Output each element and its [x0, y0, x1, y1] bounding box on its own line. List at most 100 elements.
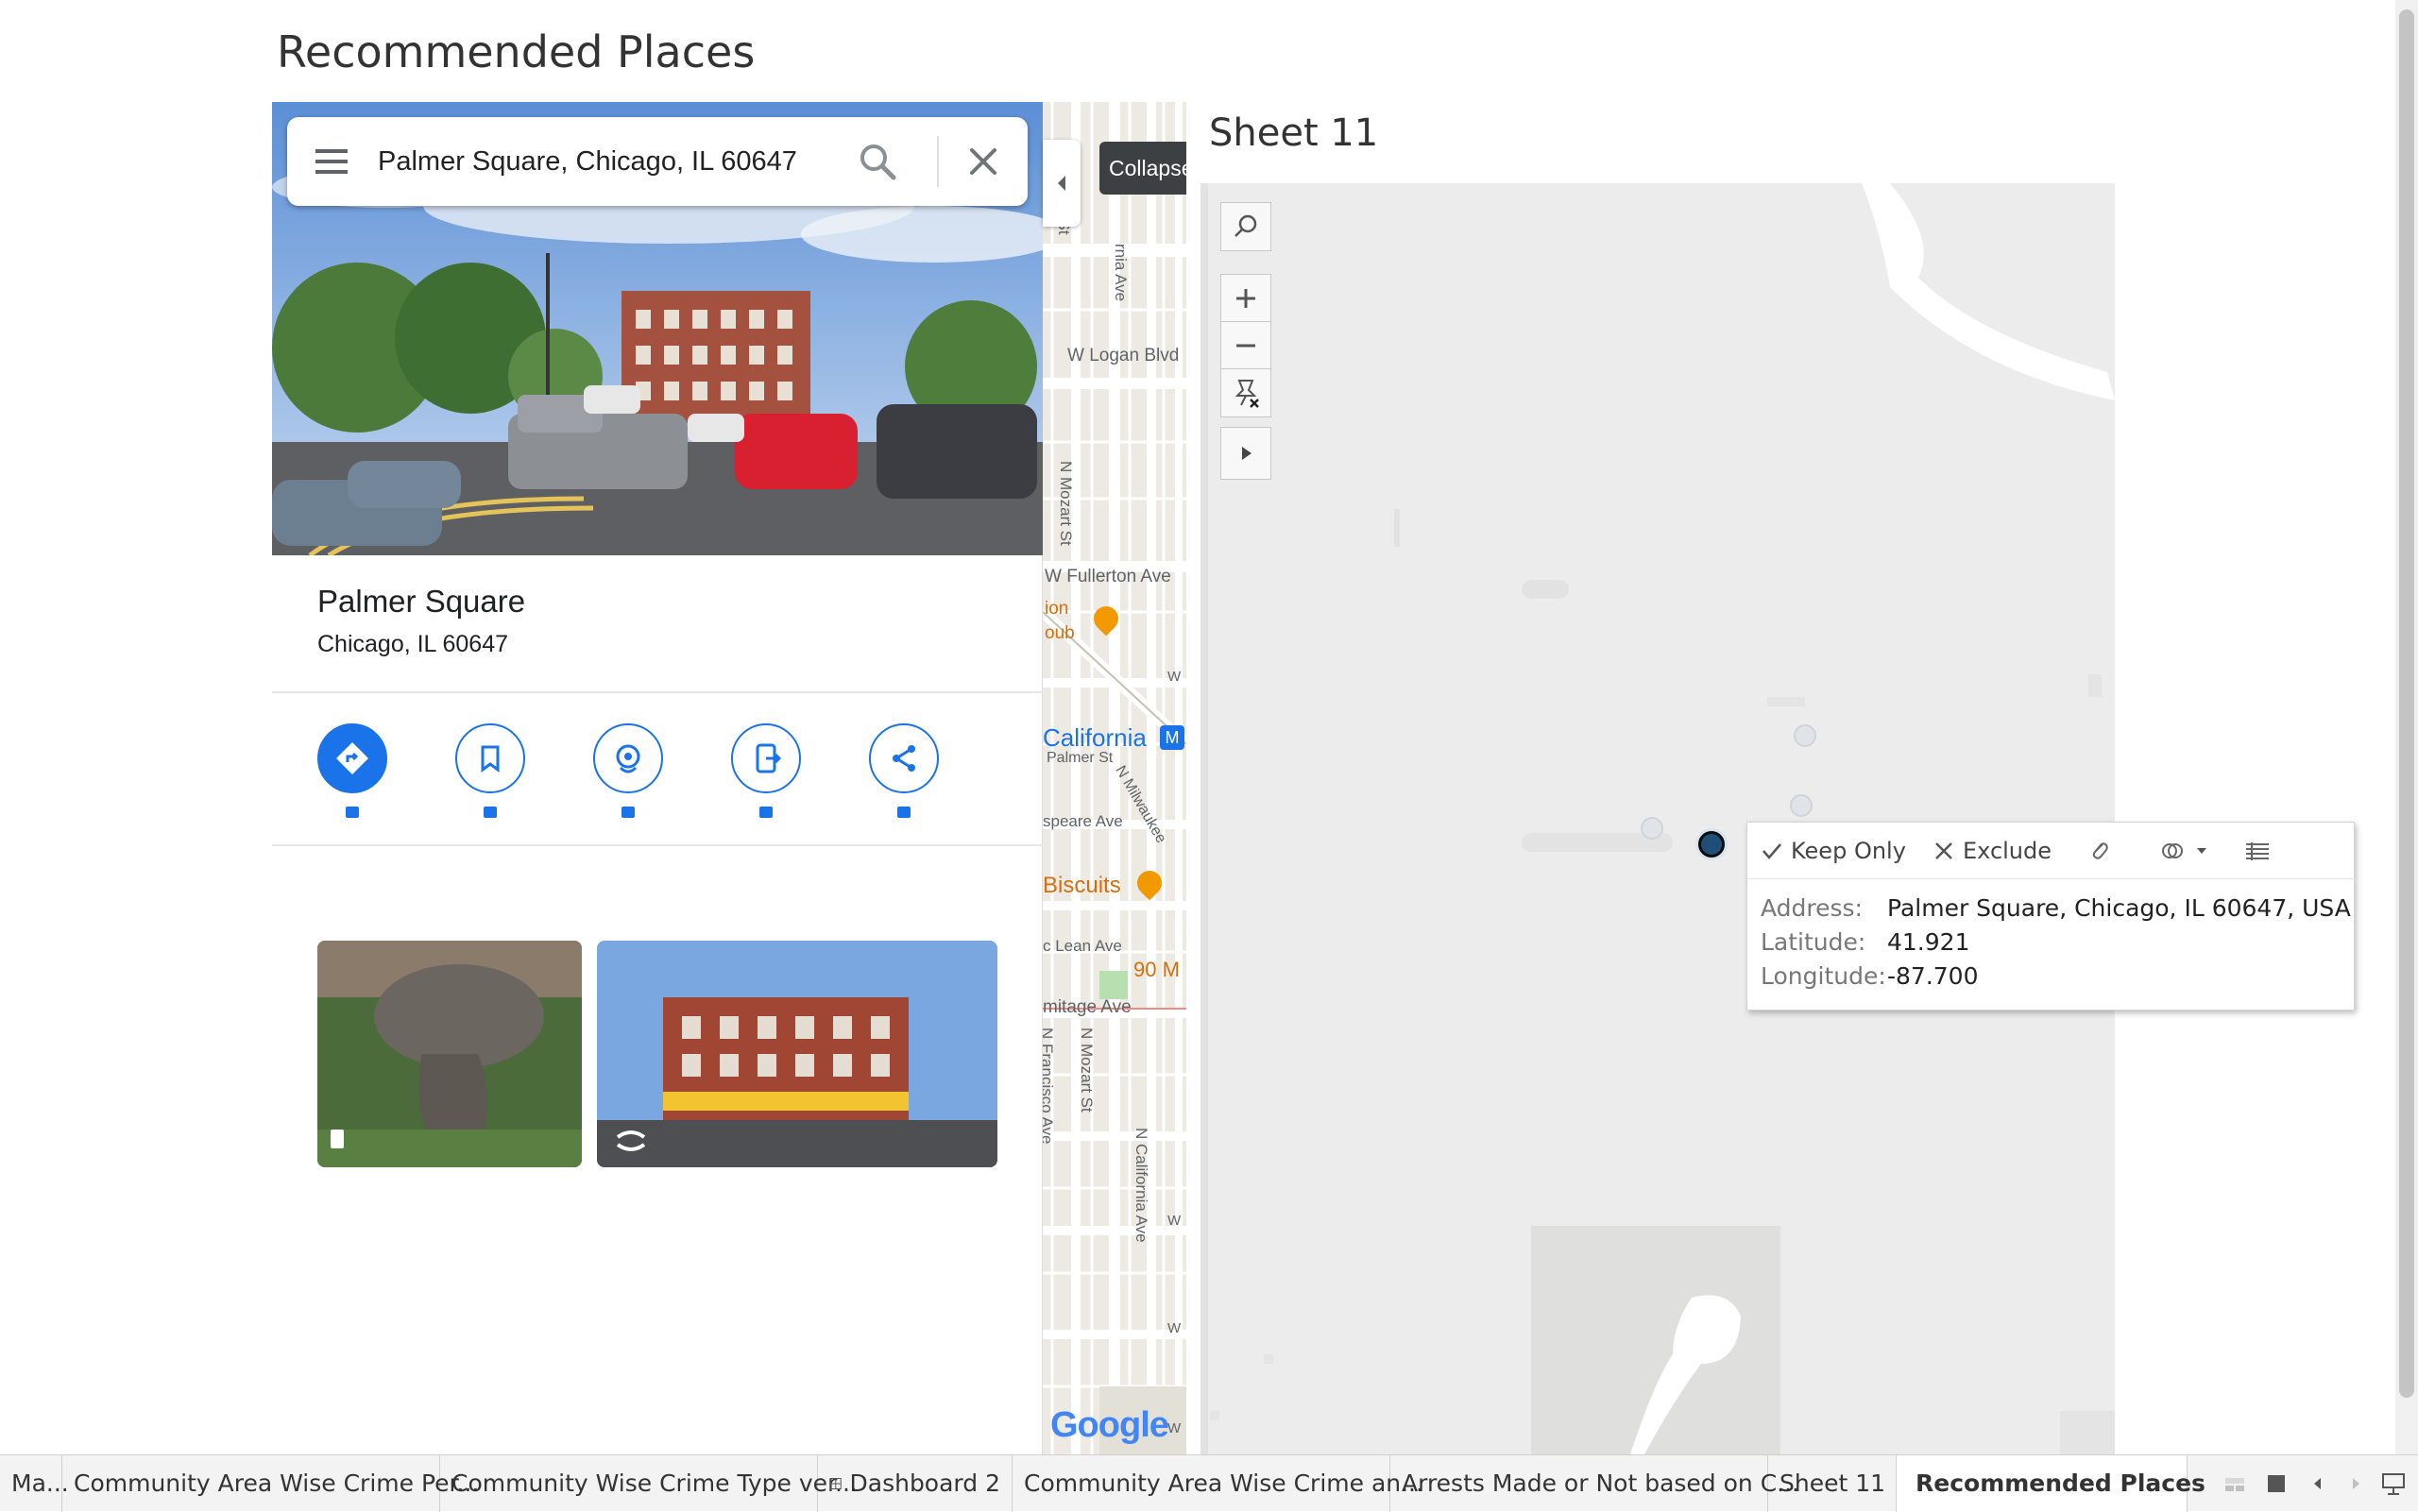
map-label-california-ave: N California Ave [1132, 1128, 1150, 1243]
search-input[interactable] [378, 117, 812, 206]
map-mark[interactable] [1790, 794, 1813, 817]
photo-tile-sculpture[interactable] [317, 941, 582, 1167]
x-icon [1935, 842, 1952, 859]
map-label-fullerton: W Fullerton Ave [1045, 567, 1171, 586]
map-label-w-4: W [1167, 1420, 1182, 1436]
map-label-logan: W Logan Blvd [1067, 346, 1180, 365]
sheet-tab[interactable]: Community Area Wise Crime Per... [62, 1455, 479, 1512]
zoom-in-button[interactable] [1220, 274, 1271, 323]
map-label-biscuits: Biscuits [1043, 873, 1121, 898]
expand-toolbar-button[interactable] [1220, 427, 1271, 480]
tab-label: Community Area Wise Crime Per... [74, 1470, 480, 1497]
action-label [759, 807, 773, 818]
reset-map-button[interactable] [1220, 368, 1271, 417]
map-label-pub-2: oub [1045, 623, 1075, 643]
single-sheet-view-icon[interactable] [2263, 1470, 2290, 1497]
tooltip-key: Longitude: [1761, 962, 1886, 990]
sheet-tab[interactable]: Arrests Made or Not based on C... [1390, 1455, 1799, 1512]
collapse-panel-button[interactable] [1043, 140, 1081, 227]
tab-label: Sheet 11 [1779, 1470, 1886, 1497]
building-photo [597, 941, 997, 1167]
map-label-palmer-st: Palmer St [1047, 750, 1114, 766]
keep-only-button[interactable]: Keep Only [1761, 836, 1906, 866]
bookmark-icon [481, 745, 500, 773]
tab-label: Recommended Places [1916, 1470, 2205, 1497]
search-divider [937, 136, 939, 187]
map-label-armitage: mitage Ave [1043, 997, 1132, 1017]
search-icon [1235, 214, 1257, 237]
keep-only-label: Keep Only [1791, 838, 1906, 864]
next-tab-icon[interactable] [2342, 1470, 2369, 1497]
sheet-title: Sheet 11 [1209, 111, 1379, 155]
map-label-mozart-2: N Mozart St [1078, 1028, 1096, 1113]
send-to-phone-button[interactable] [731, 723, 801, 793]
previous-tab-icon[interactable] [2305, 1470, 2331, 1497]
directions-icon [336, 742, 368, 774]
map-search-button[interactable] [1220, 202, 1271, 251]
sheet-tab[interactable]: Community Wise Crime Type ver... [440, 1455, 858, 1512]
chevron-left-icon [1058, 176, 1065, 191]
set-icon [2162, 843, 2183, 858]
metro-station-icon[interactable]: M [1160, 725, 1184, 750]
google-map-canvas[interactable]: W Logan Blvd W Fullerton Ave ion oub N M… [1043, 102, 1186, 1454]
tooltip-row-longitude: Longitude: -87.700 [1761, 962, 1979, 990]
photo-tile-street-view[interactable] [597, 941, 997, 1167]
map-label-w-2: W [1167, 1213, 1182, 1229]
place-name: Palmer Square [317, 584, 526, 619]
map-mark[interactable] [1794, 724, 1816, 747]
selected-map-mark[interactable] [1698, 831, 1725, 858]
sculpture-photo [317, 941, 582, 1167]
zoom-out-button[interactable] [1220, 321, 1271, 370]
share-icon [893, 745, 915, 772]
sheet-tab-recommended-places[interactable]: Recommended Places [1897, 1455, 2205, 1512]
sheet-tab-sheet-11[interactable]: Sheet 11 [1768, 1455, 1897, 1512]
tooltip-key: Address: [1761, 894, 1863, 922]
group-members-button[interactable] [2087, 836, 2112, 866]
hamburger-menu-icon[interactable] [308, 138, 355, 185]
save-button[interactable] [455, 723, 525, 793]
action-label [622, 807, 635, 818]
tab-label: Dashboard 2 [849, 1470, 1001, 1497]
tooltip-value: 41.921 [1887, 928, 1970, 956]
paperclip-icon [2092, 842, 2108, 859]
sheet-tab[interactable]: Ma... [0, 1455, 69, 1512]
tooltip-action-bar: Keep Only Exclude [1747, 823, 2356, 879]
directions-button[interactable] [317, 723, 387, 793]
send-to-phone-icon [756, 743, 782, 773]
map-label-w-3: W [1167, 1320, 1182, 1336]
presentation-mode-icon[interactable] [2380, 1470, 2407, 1497]
google-maps-embed: W Logan Blvd W Fullerton Ave ion oub N M… [272, 102, 1186, 1454]
map-label-speare: speare Ave [1043, 812, 1123, 830]
share-button[interactable] [869, 723, 939, 793]
nearby-button[interactable] [593, 723, 663, 793]
tooltip-row-latitude: Latitude: 41.921 [1761, 928, 1969, 956]
exclude-button[interactable]: Exclude [1933, 836, 2052, 866]
minus-icon [1236, 344, 1255, 348]
play-arrow-icon [1242, 447, 1252, 460]
exclude-label: Exclude [1963, 838, 2052, 864]
divider [272, 844, 1043, 846]
dashboard-title: Recommended Places [277, 26, 756, 77]
map-label-route-90: 90 M [1133, 958, 1180, 981]
sheet-tab-dashboard-2[interactable]: Dashboard 2 [818, 1455, 1013, 1512]
tab-label: Community Wise Crime Type ver... [451, 1470, 858, 1497]
street-view-360-icon [612, 1126, 650, 1154]
divider [272, 691, 1043, 693]
tableau-map-view[interactable] [1200, 183, 2115, 1454]
map-label-california: California [1043, 723, 1147, 752]
action-label [484, 807, 497, 818]
google-logo: Google [1050, 1405, 1169, 1445]
map-label-pub-1: ion [1045, 599, 1069, 619]
sheet-tab[interactable]: Community Area Wise Crime an... [1013, 1455, 1423, 1512]
create-set-button[interactable] [2159, 836, 2208, 866]
map-mark[interactable] [1641, 817, 1663, 840]
tooltip-value: -87.700 [1887, 962, 1979, 990]
search-icon[interactable] [854, 138, 901, 185]
close-icon[interactable] [960, 138, 1007, 185]
filmstrip-view-icon[interactable] [2222, 1470, 2248, 1497]
scrollbar-thumb[interactable] [2399, 9, 2414, 1398]
place-side-panel: Palmer Square Chicago, IL 60647 [272, 102, 1043, 1454]
chevron-down-icon [2197, 848, 2206, 854]
view-data-button[interactable] [2244, 836, 2271, 866]
action-label [897, 807, 911, 818]
